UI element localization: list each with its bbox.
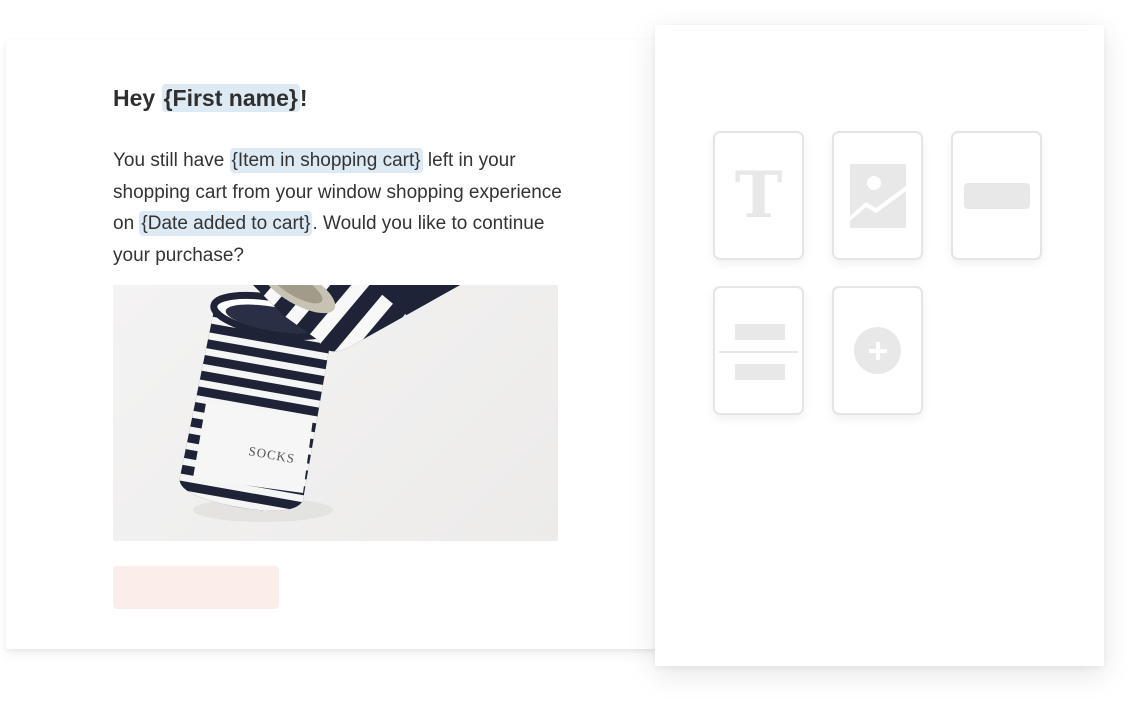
body-text-part-1: You still have <box>113 150 230 171</box>
socks-can-illustration: SOCKS <box>179 285 478 522</box>
block-tile-divider[interactable] <box>713 286 804 415</box>
block-tile-button[interactable] <box>951 131 1042 260</box>
email-greeting: Hey {First name}! <box>113 80 307 116</box>
greeting-prefix: Hey <box>113 85 162 111</box>
email-preview-card: Hey {First name}! You still have {Item i… <box>6 40 666 649</box>
email-body-text: You still have {Item in shopping cart} l… <box>113 145 563 271</box>
merge-tag-item-in-cart[interactable]: {Item in shopping cart} <box>229 148 423 173</box>
block-tile-add[interactable] <box>832 286 923 415</box>
block-tile-text[interactable]: T <box>713 131 804 260</box>
merge-tag-date-added[interactable]: {Date added to cart} <box>139 211 313 236</box>
button-icon <box>953 133 1040 258</box>
merge-tag-first-name[interactable]: {First name} <box>161 84 300 112</box>
text-icon: T <box>715 133 802 258</box>
blocks-panel: T <box>655 25 1104 666</box>
divider-icon <box>715 288 802 413</box>
greeting-suffix: ! <box>299 85 308 111</box>
product-image[interactable]: SOCKS <box>113 285 558 541</box>
block-tile-image[interactable] <box>832 131 923 260</box>
add-icon <box>834 288 921 413</box>
image-icon <box>834 133 921 258</box>
cta-button[interactable] <box>113 566 279 609</box>
text-glyph: T <box>734 157 783 233</box>
